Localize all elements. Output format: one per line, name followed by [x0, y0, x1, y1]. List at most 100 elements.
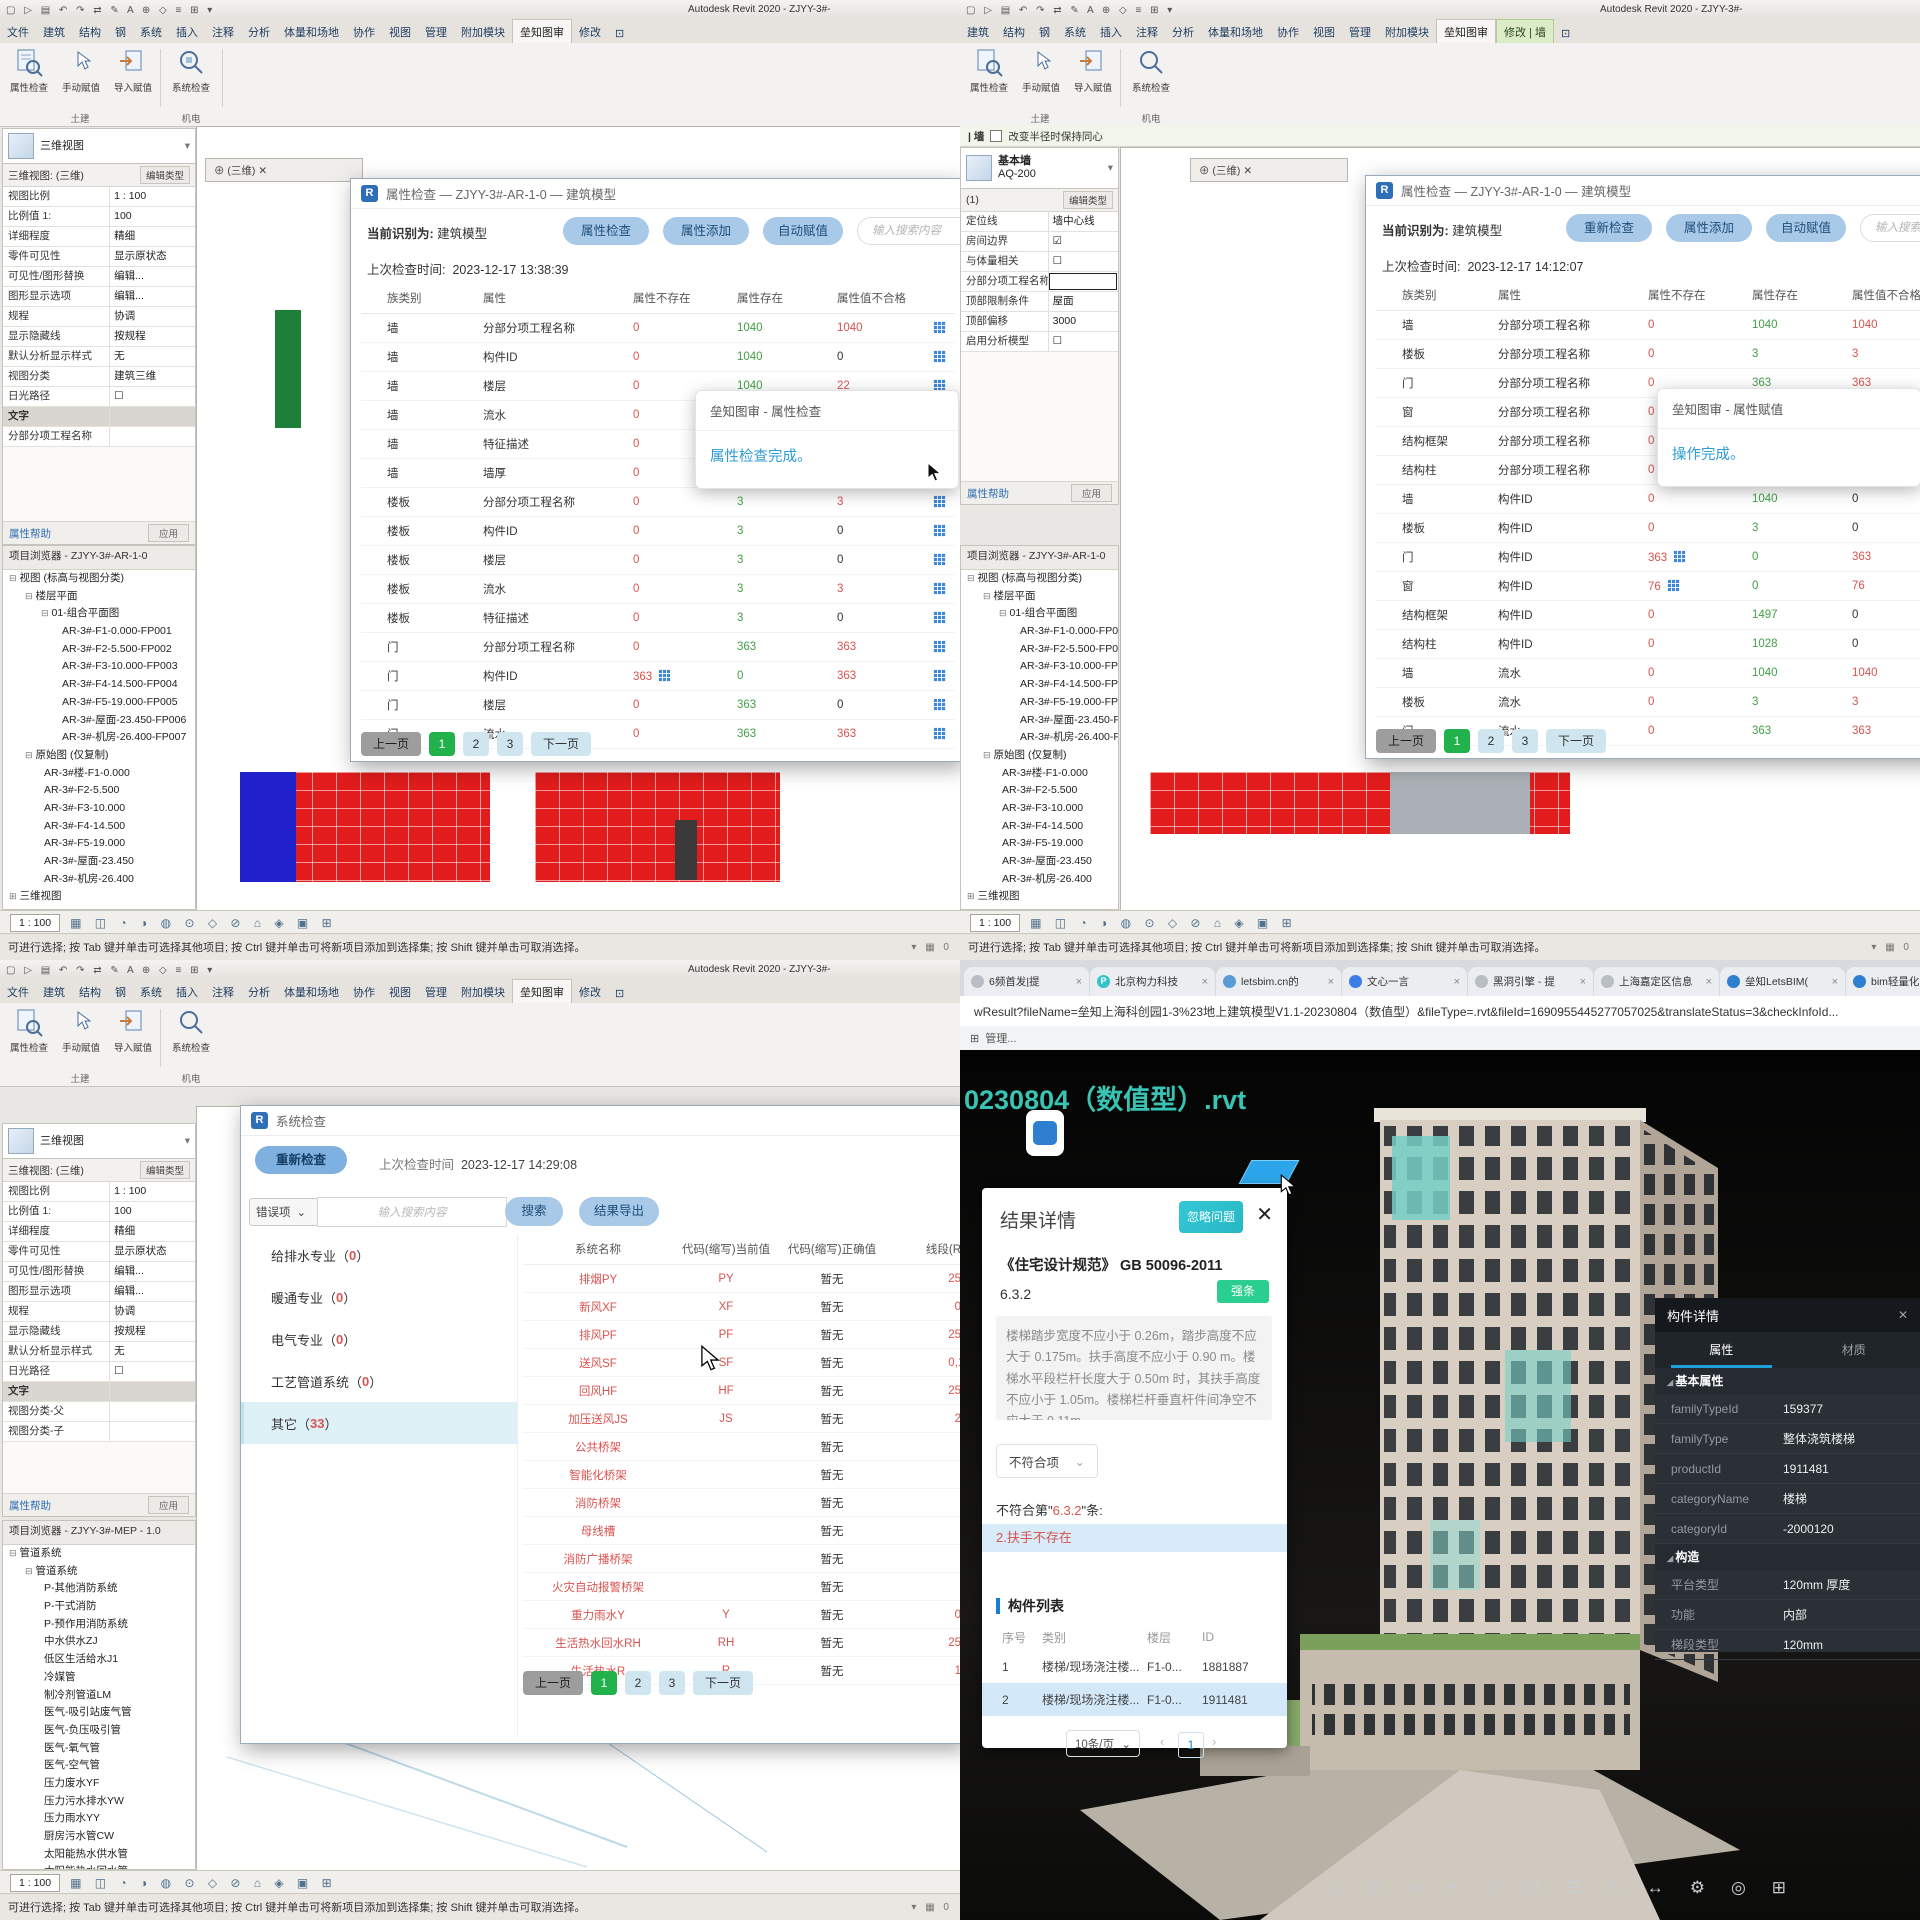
page-number[interactable]: 2 — [625, 1671, 651, 1695]
ribbon-tab[interactable]: 系统 — [133, 980, 169, 1003]
property-row[interactable]: 比例值 1: 100 — [3, 207, 195, 227]
system-row[interactable]: 回风HF HF 暂无 255,0,25 — [523, 1377, 960, 1405]
ribbon-tab[interactable]: 建筑 — [36, 20, 72, 43]
property-check-button[interactable]: 属性检查 — [563, 217, 649, 245]
search-input[interactable]: 输入搜索内容 — [857, 217, 960, 245]
tree-item[interactable]: ⊞三维视图 — [3, 888, 195, 906]
tree-item[interactable]: AR-3#-F5-19.000-FP005 — [3, 694, 195, 712]
tree-expander-icon[interactable]: ⊞ — [9, 891, 17, 901]
ribbon-tab[interactable]: 钢 — [1032, 20, 1057, 43]
ribbon-tab[interactable]: 视图 — [382, 980, 418, 1003]
tree-item[interactable]: ⊟视图 (标高与视图分类) — [3, 570, 195, 588]
discipline-item[interactable]: 电气专业（0） — [241, 1318, 517, 1360]
property-check-row[interactable]: 门 构件ID 363 0 363 — [1376, 543, 1920, 572]
compliance-filter-dropdown[interactable]: 不符合项⌄ — [996, 1444, 1098, 1478]
property-check-row[interactable]: 楼板 分部分项工程名称 0 3 3 — [1376, 340, 1920, 369]
page-number[interactable]: 2 — [1478, 729, 1504, 753]
recheck-button[interactable]: 重新检查 — [1566, 214, 1652, 242]
property-row[interactable]: 房间边界 ☑ — [961, 232, 1118, 252]
close-tab-icon[interactable]: × — [1202, 976, 1208, 988]
page-number[interactable]: 3 — [497, 732, 523, 756]
tree-item[interactable]: P-其他消防系统 — [3, 1580, 195, 1598]
next-page-chevron[interactable]: › — [1212, 1734, 1216, 1749]
tool-import-assign[interactable]: 导入赋值 — [108, 48, 158, 94]
view-control-icons[interactable]: ▦ ◫ ◔ ◑ ◍ ⊙ ◇ ⊘ ⌂ ◈ ▣ ⊞ — [70, 1876, 337, 1890]
search-input[interactable]: 输入搜索内容 — [317, 1197, 507, 1227]
tree-item[interactable]: AR-3#-F4-14.500 — [3, 818, 195, 836]
markup-icon[interactable]: ✎ — [1606, 1878, 1620, 1898]
ribbon-tab[interactable]: ⊡ — [608, 23, 631, 43]
tree-expander-icon[interactable]: ⊟ — [25, 591, 33, 601]
ribbon-tab[interactable]: 钢 — [108, 20, 133, 43]
flag-icon[interactable] — [658, 669, 671, 682]
tree-item[interactable]: AR-3#-屋面-23.450-FP006 — [3, 712, 195, 730]
discipline-item[interactable]: 暖通专业（0） — [241, 1276, 517, 1318]
property-row[interactable]: 比例值 1: 100 — [3, 1202, 195, 1222]
component-row[interactable]: 1 楼梯/现场浇注楼... F1-0... 1881887 — [982, 1650, 1287, 1683]
tree-item[interactable]: AR-3#楼-F1-0.000 — [3, 765, 195, 783]
property-row[interactable]: 默认分析显示样式 无 — [3, 347, 195, 367]
property-row[interactable]: 图形显示选项 编辑... — [3, 1282, 195, 1302]
ribbon-tab[interactable]: 分析 — [241, 980, 277, 1003]
layers-icon[interactable]: ≡ — [1449, 1878, 1459, 1898]
tree-item[interactable]: 压力雨水YY — [3, 1810, 195, 1828]
tab-material[interactable]: 材质 — [1788, 1332, 1920, 1368]
ribbon-tab[interactable]: 视图 — [1306, 20, 1342, 43]
view-scale[interactable]: 1 : 100 — [10, 914, 60, 932]
property-row[interactable]: 零件可见性 显示原状态 — [3, 1242, 195, 1262]
tree-item[interactable]: ⊟01-组合平面图 — [3, 605, 195, 623]
tree-item[interactable]: 冷媒管 — [3, 1669, 195, 1687]
browser-tab[interactable]: 文心一言 × — [1342, 967, 1467, 996]
hide-icon[interactable]: ⊘ — [1409, 1878, 1423, 1898]
locate-element-icon[interactable] — [933, 640, 946, 653]
tree-item[interactable]: ⊟楼层平面 — [961, 588, 1118, 606]
property-add-button[interactable]: 属性添加 — [663, 217, 749, 245]
view-control-icons[interactable]: ▦ ◫ ◔ ◑ ◍ ⊙ ◇ ⊘ ⌂ ◈ ▣ ⊞ — [1030, 916, 1297, 930]
ribbon-tab[interactable]: 管理 — [418, 20, 454, 43]
property-row[interactable]: 视图比例 1 : 100 — [3, 187, 195, 207]
browser-tab[interactable]: 垒知LetsBIM( × — [1720, 967, 1845, 996]
ribbon-tab[interactable]: 垒知图审 — [512, 19, 572, 43]
property-check-row[interactable]: 楼板 构件ID 0 3 0 — [1376, 514, 1920, 543]
tool-property-check[interactable]: 属性检查 — [964, 48, 1014, 94]
search-button[interactable]: 搜索 — [505, 1197, 563, 1226]
measure-icon[interactable]: ⊿ — [1485, 1878, 1499, 1898]
property-row[interactable]: 日光路径 ☐ — [3, 1362, 195, 1382]
system-row[interactable]: 母线槽 暂无 -- — [523, 1517, 960, 1545]
tree-item[interactable]: AR-3#-F5-19.000-FP005 — [961, 694, 1118, 712]
tree-item[interactable]: 医气-负压吸引管 — [3, 1722, 195, 1740]
property-check-row[interactable]: 门 分部分项工程名称 0 363 363 — [361, 633, 955, 662]
tree-item[interactable]: ⊟管道系统 — [3, 1545, 195, 1563]
tree-item[interactable]: 医气-氧气管 — [3, 1740, 195, 1758]
ribbon-tab[interactable]: 修改 — [572, 20, 608, 43]
viewer-logo-card[interactable] — [1026, 1110, 1064, 1156]
property-row[interactable]: 可见性/图形替换 编辑... — [3, 1262, 195, 1282]
property-check-row[interactable]: 门 楼层 0 363 0 — [361, 691, 955, 720]
tree-item[interactable]: AR-3#-屋面-23.450-FP006 — [961, 712, 1118, 730]
tool-manual-assign[interactable]: 手动赋值 — [56, 1008, 106, 1054]
tree-item[interactable]: 厨房污水管CW — [3, 1828, 195, 1846]
ribbon-tab[interactable]: ⊡ — [608, 983, 631, 1003]
quick-access-toolbar[interactable]: ▢ ▷ ▤ ↶ ↷ ⇄ ✎ A ⊕ ◇ ≡ ⊞ ▾ — [6, 965, 215, 976]
tool-import-assign[interactable]: 导入赋值 — [1068, 48, 1118, 94]
ribbon-tab[interactable]: 插入 — [169, 980, 205, 1003]
tree-item[interactable]: AR-3#-F3-10.000 — [961, 800, 1118, 818]
filter-dropdown[interactable]: 错误项⌄ — [249, 1198, 321, 1226]
property-row[interactable]: 启用分析模型 ☐ — [961, 332, 1118, 352]
ribbon-tab[interactable]: 建筑 — [960, 20, 996, 43]
ribbon-tab[interactable]: 注释 — [205, 20, 241, 43]
view-control-icons[interactable]: ▦ ◫ ◔ ◑ ◍ ⊙ ◇ ⊘ ⌂ ◈ ▣ ⊞ — [70, 916, 337, 930]
address-bar[interactable]: wResult?fileName=垒知上海科创园1-3%23地上建筑模型V1.1… — [960, 996, 1920, 1027]
property-row[interactable]: 显示隐藏线 按规程 — [3, 1322, 195, 1342]
page-number[interactable]: 3 — [1512, 729, 1538, 753]
locate-element-icon[interactable] — [933, 495, 946, 508]
locate-icon[interactable]: ◎ — [1731, 1878, 1746, 1898]
ribbon-tab[interactable]: 协作 — [346, 20, 382, 43]
ribbon-tab[interactable]: 结构 — [72, 20, 108, 43]
ribbon-tab[interactable]: 系统 — [133, 20, 169, 43]
recheck-button[interactable]: 重新检查 — [255, 1146, 347, 1174]
property-check-row[interactable]: 结构柱 构件ID 0 1028 0 — [1376, 630, 1920, 659]
issue-item[interactable]: 2.扶手不存在 — [982, 1524, 1287, 1552]
ribbon-tab[interactable]: 插入 — [169, 20, 205, 43]
locate-element-icon[interactable] — [933, 727, 946, 740]
